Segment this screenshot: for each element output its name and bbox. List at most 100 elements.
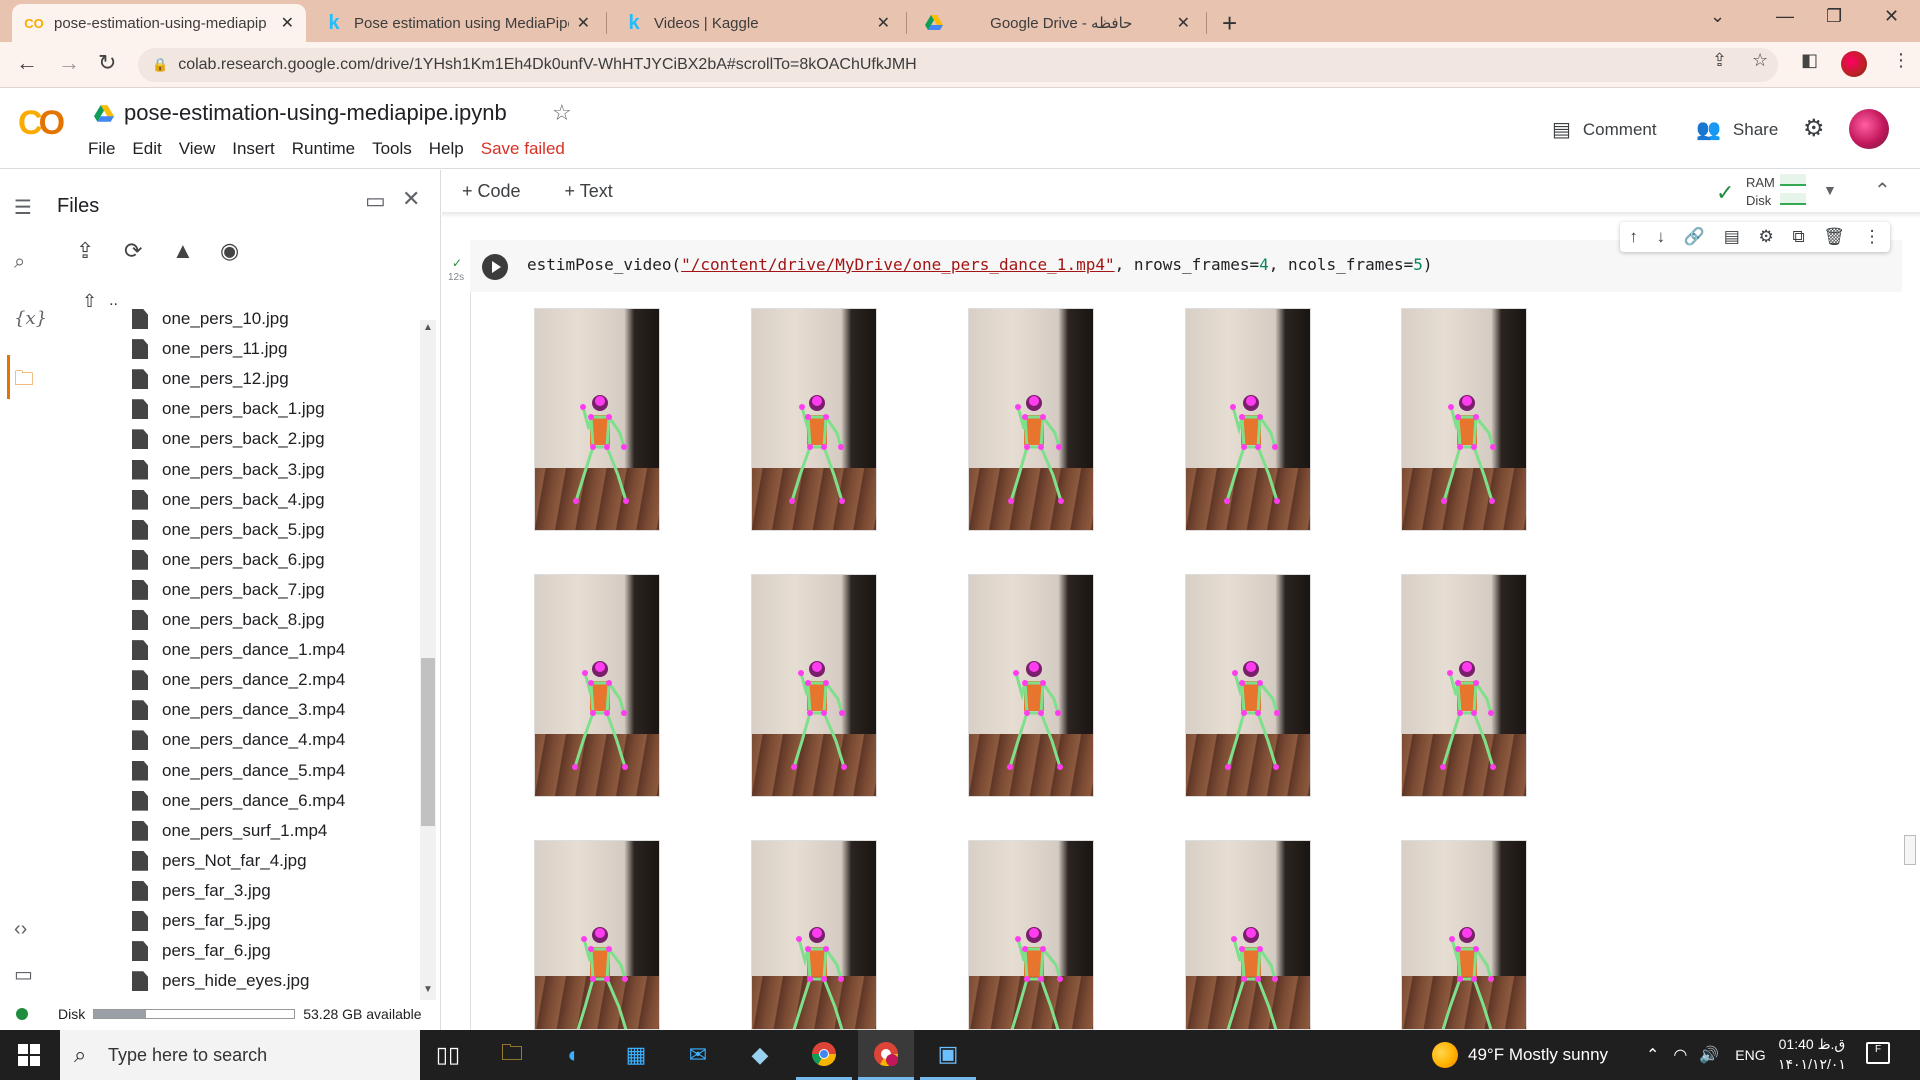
file-item[interactable]: one_pers_dance_3.mp4 bbox=[132, 695, 345, 725]
share-button[interactable]: 👥 Share bbox=[1696, 117, 1778, 142]
files-scrollbar-thumb[interactable] bbox=[421, 658, 435, 826]
close-icon[interactable]: ✕ bbox=[577, 13, 590, 33]
mail-icon[interactable]: ✉ bbox=[670, 1030, 726, 1080]
file-item[interactable]: one_pers_surf_1.mp4 bbox=[132, 816, 327, 846]
photos-icon[interactable]: ▣ bbox=[920, 1030, 976, 1080]
file-item[interactable]: one_pers_back_1.jpg bbox=[132, 394, 325, 424]
file-item[interactable]: one_pers_dance_4.mp4 bbox=[132, 725, 345, 755]
settings-gear-icon[interactable]: ⚙ bbox=[1803, 114, 1825, 143]
weather-widget[interactable]: 49°F Mostly sunny bbox=[1432, 1030, 1608, 1080]
file-item[interactable]: pers_far_5.jpg bbox=[132, 906, 271, 936]
new-tab-icon[interactable]: + bbox=[1222, 8, 1237, 39]
move-down-icon[interactable]: ↓ bbox=[1657, 227, 1666, 247]
file-item[interactable]: one_pers_back_7.jpg bbox=[132, 575, 325, 605]
add-code-button[interactable]: + Code bbox=[462, 181, 543, 202]
file-item[interactable]: one_pers_10.jpg bbox=[132, 304, 289, 334]
wifi-icon[interactable]: ◠ bbox=[1673, 1045, 1687, 1065]
notes-app-icon[interactable]: ◆ bbox=[732, 1030, 788, 1080]
file-item[interactable]: one_pers_back_4.jpg bbox=[132, 485, 325, 515]
forward-icon[interactable]: → bbox=[58, 50, 80, 76]
file-item[interactable]: one_pers_back_3.jpg bbox=[132, 455, 325, 485]
file-item[interactable]: one_pers_back_8.jpg bbox=[132, 605, 325, 635]
close-icon[interactable]: ✕ bbox=[1177, 13, 1190, 33]
menu-edit[interactable]: Edit bbox=[132, 139, 161, 159]
delete-icon[interactable]: 🗑 bbox=[1823, 227, 1845, 247]
comment-button[interactable]: ▤ Comment bbox=[1552, 117, 1657, 142]
windows-start-icon[interactable] bbox=[18, 1044, 40, 1066]
browser-menu-icon[interactable]: ⋮ bbox=[1892, 50, 1910, 71]
reload-icon[interactable]: ↻ bbox=[98, 50, 116, 76]
file-item[interactable]: one_pers_12.jpg bbox=[132, 364, 289, 394]
menu-runtime[interactable]: Runtime bbox=[292, 139, 355, 159]
file-item[interactable]: one_pers_back_5.jpg bbox=[132, 515, 325, 545]
restore-icon[interactable]: ❐ bbox=[1826, 6, 1842, 27]
file-item[interactable]: one_pers_dance_1.mp4 bbox=[132, 635, 345, 665]
clock[interactable]: 01:40 ق.ظ ۱۴۰۱/۱۲/۰۱ bbox=[1778, 1034, 1846, 1074]
menu-file[interactable]: File bbox=[88, 139, 115, 159]
file-item[interactable]: one_pers_11.jpg bbox=[132, 334, 287, 364]
file-item[interactable]: one_pers_dance_5.mp4 bbox=[132, 756, 345, 786]
parent-directory-row[interactable]: ⇧ .. bbox=[82, 286, 118, 316]
file-item[interactable]: pers_hide_eyes.jpg bbox=[132, 966, 309, 996]
chrome-profile-icon[interactable] bbox=[858, 1030, 914, 1080]
comment-cell-icon[interactable]: ▤ bbox=[1724, 227, 1740, 247]
tab-kaggle-pose[interactable]: k Pose estimation using MediaPipe ✕ bbox=[312, 4, 602, 42]
open-in-tab-icon[interactable]: ▭ bbox=[365, 188, 386, 214]
resource-indicator[interactable]: RAM Disk bbox=[1746, 174, 1775, 210]
colab-logo[interactable]: CO bbox=[18, 104, 65, 143]
edge-icon[interactable]: ◐ bbox=[546, 1030, 602, 1080]
more-icon[interactable]: ⋮ bbox=[1864, 227, 1881, 247]
close-icon[interactable]: ✕ bbox=[877, 13, 890, 33]
file-item[interactable]: one_pers_dance_6.mp4 bbox=[132, 786, 345, 816]
menu-view[interactable]: View bbox=[179, 139, 216, 159]
menu-help[interactable]: Help bbox=[429, 139, 464, 159]
notification-center-icon[interactable]: F bbox=[1866, 1042, 1890, 1064]
tab-google-drive[interactable]: Google Drive - حافظه ✕ bbox=[912, 4, 1202, 42]
upload-file-icon[interactable]: ⇪ bbox=[76, 238, 124, 264]
save-status[interactable]: Save failed bbox=[481, 139, 565, 159]
add-text-button[interactable]: + Text bbox=[565, 181, 635, 202]
taskbar-search[interactable]: ⌕ Type here to search bbox=[60, 1030, 420, 1080]
scroll-up-icon[interactable]: ▲ bbox=[423, 322, 433, 333]
refresh-folder-icon[interactable]: ⟳ bbox=[124, 238, 172, 264]
task-view-icon[interactable]: ▯▯ bbox=[420, 1030, 476, 1080]
share-page-icon[interactable]: ⇪ bbox=[1712, 50, 1727, 71]
volume-icon[interactable]: 🔊 bbox=[1699, 1045, 1719, 1065]
back-icon[interactable]: ← bbox=[16, 50, 38, 76]
file-item[interactable]: one_pers_dance_2.mp4 bbox=[132, 665, 345, 695]
scroll-down-icon[interactable]: ▼ bbox=[423, 984, 433, 995]
store-icon[interactable]: ▦ bbox=[608, 1030, 664, 1080]
output-scrollbar[interactable] bbox=[1904, 835, 1916, 865]
close-icon[interactable]: ✕ bbox=[281, 13, 294, 33]
file-item[interactable]: one_pers_back_6.jpg bbox=[132, 545, 325, 575]
side-panel-icon[interactable]: ◧ bbox=[1801, 50, 1818, 71]
bookmark-star-icon[interactable]: ☆ bbox=[1752, 50, 1768, 71]
file-item[interactable]: pers_far_6.jpg bbox=[132, 936, 271, 966]
show-hidden-files-icon[interactable]: ◉ bbox=[220, 238, 268, 264]
account-avatar[interactable] bbox=[1849, 109, 1889, 149]
file-item[interactable]: one_pers_back_2.jpg bbox=[132, 424, 325, 454]
file-item[interactable]: pers_far_3.jpg bbox=[132, 876, 271, 906]
menu-tools[interactable]: Tools bbox=[372, 139, 412, 159]
url-bar[interactable]: 🔒 colab.research.google.com/drive/1YHsh1… bbox=[138, 48, 1778, 82]
tab-colab[interactable]: CO pose-estimation-using-mediapip ✕ bbox=[12, 4, 306, 42]
show-hidden-icons-icon[interactable]: ⌃ bbox=[1646, 1045, 1659, 1065]
run-cell-button[interactable] bbox=[482, 254, 508, 280]
file-explorer-icon[interactable]: 🗀 bbox=[484, 1030, 540, 1080]
star-icon[interactable]: ☆ bbox=[552, 100, 572, 126]
browser-profile-avatar[interactable] bbox=[1841, 51, 1867, 77]
move-up-icon[interactable]: ↑ bbox=[1629, 227, 1638, 247]
window-close-icon[interactable]: ✕ bbox=[1884, 6, 1899, 27]
language-indicator[interactable]: ENG bbox=[1735, 1047, 1765, 1063]
close-panel-icon[interactable]: ✕ bbox=[402, 186, 420, 212]
file-item[interactable]: pers_Not_far_4.jpg bbox=[132, 846, 307, 876]
mount-drive-icon[interactable]: ▲ bbox=[172, 238, 220, 264]
collapse-header-icon[interactable]: ⌃ bbox=[1874, 178, 1891, 203]
cell-settings-icon[interactable]: ⚙ bbox=[1758, 227, 1773, 247]
mirror-cell-icon[interactable]: ⧉ bbox=[1792, 227, 1804, 247]
notebook-title[interactable]: pose-estimation-using-mediapipe.ipynb bbox=[94, 100, 507, 126]
tab-search-icon[interactable]: ⌄ bbox=[1710, 6, 1725, 27]
link-icon[interactable]: 🔗 bbox=[1684, 227, 1705, 247]
code-text[interactable]: estimPose_video("/content/drive/MyDrive/… bbox=[527, 255, 1433, 274]
menu-insert[interactable]: Insert bbox=[232, 139, 275, 159]
